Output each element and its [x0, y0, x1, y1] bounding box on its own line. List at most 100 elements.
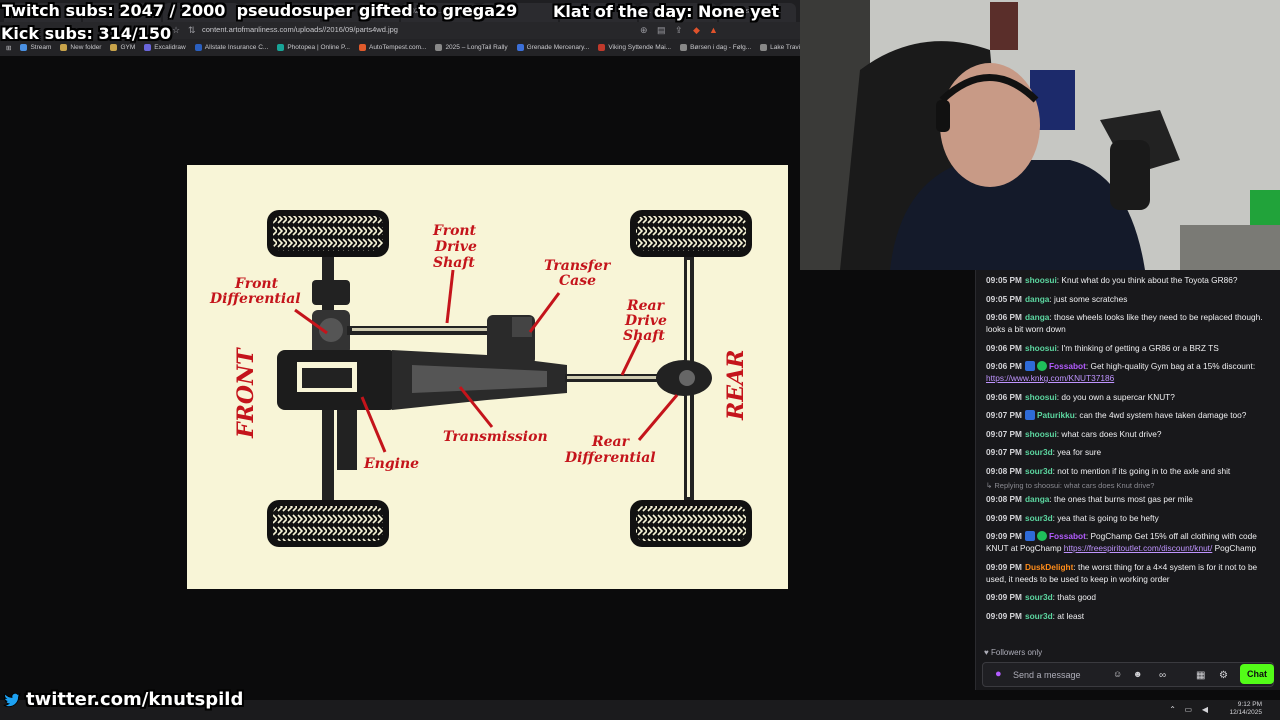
message-text: can the 4wd system have taken damage too…	[1079, 410, 1247, 420]
bookmark-label: AutoTempest.com...	[368, 44, 427, 51]
brave-shield-icon[interactable]: ◆	[693, 24, 700, 36]
message-username[interactable]: sour3d	[1025, 466, 1053, 476]
message-timestamp: 09:08 PM	[986, 465, 1022, 476]
message-timestamp: 09:07 PM	[986, 447, 1022, 457]
chat-message: 09:09 PM Fossabot: PogChamp Get 15% off a…	[986, 531, 1257, 553]
chat-message: 09:09 PM sour3d: at least	[986, 610, 1085, 621]
settings-gear-icon[interactable]: ⚙	[1219, 670, 1228, 681]
chat-panel: 09:05 PM shoosui: Knut what do you think …	[975, 270, 1280, 690]
label-front-differential: Front Differential	[209, 276, 301, 307]
chat-input[interactable]: ● Send a message ☺ ☻	[982, 662, 1274, 687]
message-username[interactable]: sour3d	[1025, 592, 1053, 602]
message-username[interactable]: shoosui	[1025, 343, 1057, 353]
bookmark-item[interactable]: Børsen i dag - Følg...	[680, 44, 751, 51]
moderator-badge-icon[interactable]	[1024, 531, 1035, 541]
message-username[interactable]: sour3d	[1025, 611, 1053, 621]
bookmark-item[interactable]: GYM	[110, 44, 135, 51]
bookmark-item[interactable]: Viking Syttende Mai...	[598, 44, 671, 51]
chat-message: 09:09 PM sour3d: yea that is going to be …	[986, 512, 1159, 523]
moderator-badge-icon[interactable]	[1024, 410, 1035, 420]
rewards-icon[interactable]: ▦	[1196, 670, 1205, 681]
bookmark-item[interactable]: Photopea | Online P...	[277, 44, 350, 51]
chevron-up-icon[interactable]: ⌃	[1169, 705, 1176, 714]
message-text: the ones that burns most gas per mile	[1054, 494, 1193, 504]
url-text[interactable]: content.artofmanliness.com/uploads//2016…	[202, 25, 398, 34]
message-username[interactable]: Fossabot	[1049, 531, 1086, 541]
bookmark-favicon-icon	[20, 44, 28, 51]
message-timestamp: 09:06 PM	[986, 342, 1022, 353]
twitter-handle-text: twitter.com/knutspild	[26, 689, 244, 710]
network-icon[interactable]: ▭	[1184, 705, 1192, 714]
bookmark-item[interactable]: Excalidraw	[144, 44, 186, 51]
rewards-icon[interactable]: ▲	[709, 24, 718, 36]
bookmark-favicon-icon	[516, 44, 524, 51]
bookmark-item[interactable]: New folder	[60, 44, 101, 51]
label-transmission: Transmission	[443, 429, 548, 445]
moderator-badge-icon[interactable]	[1024, 361, 1035, 371]
message-username[interactable]: shoosui	[1025, 275, 1057, 285]
emoji-icon[interactable]: ☻	[1133, 669, 1142, 679]
chat-message: 09:07 PM sour3d: yea for sure	[986, 447, 1102, 457]
emote-picker-icon[interactable]: ☺	[1113, 669, 1122, 679]
chat-message: 09:09 PM DuskDelight: the worst thing for…	[986, 561, 1258, 584]
message-timestamp: 09:05 PM	[986, 293, 1022, 304]
verified-badge-icon[interactable]	[1036, 531, 1047, 541]
message-username[interactable]: sour3d	[1025, 447, 1053, 457]
zoom-icon[interactable]: ⊕	[640, 24, 648, 36]
apps-icon[interactable]: ⊞	[6, 44, 11, 52]
bookmark-item[interactable]: 2025 – LongTail Rally	[435, 44, 508, 51]
bookmark-label: 2025 – LongTail Rally	[445, 44, 508, 51]
message-username[interactable]: danga	[1025, 494, 1049, 504]
message-username[interactable]: DuskDelight	[1025, 562, 1073, 572]
verified-badge-icon[interactable]	[1036, 361, 1047, 371]
bookmark-item[interactable]: Lake Travis Pontoon...	[760, 44, 800, 51]
chat-message: 09:06 PM shoosui: I'm thinking of getting…	[986, 342, 1219, 353]
channel-points-icon[interactable]: ∞	[1159, 670, 1166, 681]
message-text: what cars does Knut drive?	[1061, 428, 1162, 439]
webcam-image	[800, 0, 1280, 270]
message-username[interactable]: danga	[1025, 312, 1049, 322]
bookmark-favicon-icon	[598, 44, 606, 51]
message-username[interactable]: Fossabot	[1049, 361, 1086, 371]
leader-line	[445, 269, 455, 324]
message-timestamp: 09:06 PM	[986, 312, 1022, 322]
message-timestamp: 09:06 PM	[986, 361, 1022, 371]
chat-message: 09:08 PM danga: the ones that burns most …	[986, 494, 1193, 504]
message-text: yea that is going to be hefty	[1057, 512, 1159, 523]
message-timestamp: 09:07 PM	[986, 410, 1022, 420]
chat-send-button[interactable]: Chat	[1240, 664, 1274, 684]
label-rear-drive-shaft: Rear Drive Shaft	[623, 298, 672, 344]
message-username[interactable]: shoosui	[1025, 392, 1057, 402]
taskbar-clock[interactable]: 9:12 PM 12/14/2025	[1229, 701, 1262, 717]
bookmark-label: Excalidraw	[154, 44, 186, 51]
message-timestamp: 09:05 PM	[986, 275, 1022, 285]
bookmark-item[interactable]: Allstate Insurance C...	[194, 44, 268, 51]
message-text: Knut what do you think about the Toyota …	[1061, 275, 1238, 285]
4wd-parts-diagram: Front Drive Shaft Transfer Case Front Di…	[187, 165, 788, 589]
site-settings-icon[interactable]: ⇅	[188, 24, 196, 36]
wall-poster	[990, 2, 1018, 50]
leader-line	[528, 292, 561, 333]
chat-input-placeholder: Send a message	[1013, 670, 1081, 680]
bookmark-star-icon[interactable]: ☆	[172, 24, 180, 36]
bookmark-item[interactable]: AutoTempest.com...	[358, 44, 427, 51]
bookmark-item[interactable]: Grenade Mercenary...	[516, 44, 589, 51]
microphone-icon[interactable]: ●	[995, 668, 1002, 680]
message-username[interactable]: shoosui	[1025, 429, 1057, 439]
reader-icon[interactable]: ▤	[657, 24, 666, 36]
bookmark-item[interactable]: Stream	[20, 44, 51, 51]
message-username[interactable]: danga	[1025, 294, 1049, 304]
message-text: at least	[1057, 610, 1085, 621]
message-link[interactable]: https://freespiritoutlet.com/discount/kn…	[1064, 543, 1213, 553]
label-engine: Engine	[363, 456, 419, 472]
message-link[interactable]: https://www.knkg.com/KNUT37186	[986, 373, 1114, 383]
wheel-rear-right	[630, 500, 752, 547]
chat-message: 09:06 PM Fossabot: Get high-quality Gym b…	[986, 361, 1256, 383]
share-icon[interactable]: ⇪	[675, 24, 683, 36]
chat-message: 09:09 PM sour3d: thats good	[986, 592, 1097, 602]
message-username[interactable]: sour3d	[1025, 513, 1053, 523]
drivetrain-illustration: Front Drive Shaft Transfer Case Front Di…	[209, 210, 752, 547]
message-username[interactable]: Paturikku	[1037, 410, 1075, 420]
volume-icon[interactable]: ◀	[1202, 705, 1208, 714]
message-timestamp: 09:06 PM	[986, 391, 1022, 402]
